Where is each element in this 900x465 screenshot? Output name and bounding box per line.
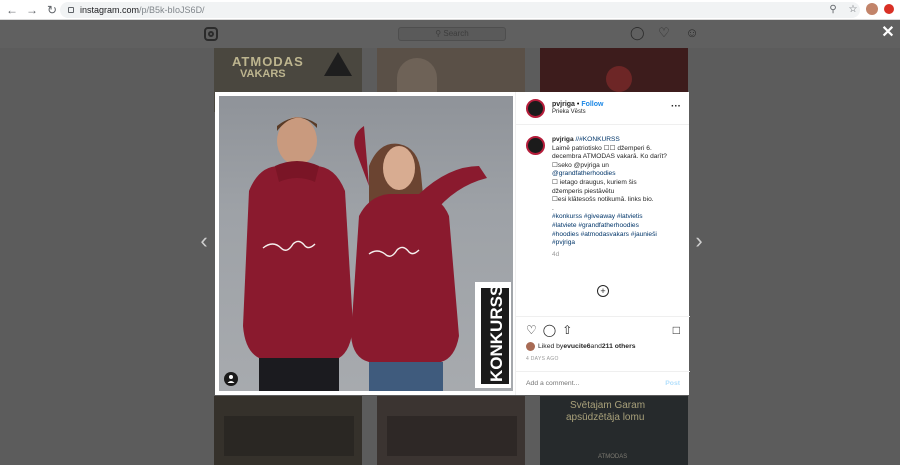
more-options-icon[interactable]: ··· — [671, 101, 681, 112]
share-icon[interactable]: ⇧ — [562, 323, 572, 337]
caption-line[interactable]: //#KONKURSS — [574, 136, 619, 143]
search-input[interactable]: ⚲ Search — [398, 27, 506, 41]
lock-icon — [68, 7, 74, 13]
hashtag-line[interactable]: #latviete #grandfatherhoodies — [552, 222, 667, 231]
author-avatar[interactable] — [526, 98, 545, 118]
liker-username[interactable]: evucite6 — [563, 343, 590, 350]
grid-tile[interactable]: Svētajam Garam apsūdzētāja lomu ATMODAS — [540, 396, 688, 465]
search-placeholder: Search — [443, 29, 469, 38]
post-photo[interactable]: KONKURSS — [215, 92, 515, 395]
url-path: /p/B5k-bIoJS6D/ — [139, 5, 205, 15]
zoom-icon[interactable]: ⚲ — [826, 2, 840, 16]
post-header: pvjriga • Follow Prieka Vēsts ··· — [516, 92, 689, 125]
hashtag-line[interactable]: #konkurss #giveaway #latvietis — [552, 213, 667, 222]
caption-line[interactable]: @grandfatherhoodies — [552, 170, 667, 179]
tile-text-atmodas: ATMODAS — [232, 54, 304, 69]
instagram-logo-icon[interactable] — [204, 27, 218, 41]
tile-text-vakars: VAKARS — [240, 68, 286, 80]
back-icon[interactable]: ← — [4, 2, 20, 18]
star-icon[interactable]: ☆ — [846, 2, 860, 16]
follow-button[interactable]: Follow — [581, 101, 603, 108]
post-side-panel: pvjriga • Follow Prieka Vēsts ··· pvjrig… — [515, 92, 690, 395]
hoodie-models-illustration: KONKURSS — [224, 117, 511, 391]
konkurss-label: KONKURSS — [487, 285, 506, 382]
location-link[interactable]: Prieka Vēsts — [552, 109, 603, 115]
previous-arrow-icon[interactable]: ‹ — [196, 228, 212, 254]
tile-text-atmodas-small: ATMODAS — [598, 454, 628, 460]
caption-line: džemperis piestāvētu — [552, 187, 615, 195]
author-username[interactable]: pvjriga — [552, 101, 575, 108]
instagram-header: ⚲ Search ◯ ♡ ☺ — [0, 20, 900, 48]
like-heart-icon[interactable]: ♡ — [526, 323, 537, 337]
tile-text-apsudz: apsūdzētāja lomu — [566, 412, 645, 423]
profile-icon[interactable]: ☺ — [685, 26, 699, 40]
caption-block: pvjriga //#KONKURSS Laimē patriotisko ☐☐… — [526, 136, 684, 259]
caption-line: decembra ATMODAS vakarā. Ko darīt? — [552, 153, 667, 161]
photo-image: KONKURSS — [219, 96, 513, 391]
extension-icon[interactable] — [884, 4, 894, 14]
post-modal: KONKURSS pvjriga • Follow Prieka Vēsts ·… — [215, 92, 690, 395]
likes-prefix: Liked by — [538, 343, 564, 350]
heart-icon[interactable]: ♡ — [657, 26, 671, 40]
bookmark-icon[interactable]: □ — [673, 323, 680, 337]
address-bar[interactable]: instagram.com /p/B5k-bIoJS6D/ — [60, 2, 860, 18]
post-timestamp: 4 DAYS AGO — [526, 356, 559, 362]
caption-age: 4d — [552, 250, 560, 258]
forward-icon[interactable]: → — [24, 2, 40, 18]
explore-icon[interactable]: ◯ — [630, 26, 645, 40]
post-comment-button[interactable]: Post — [665, 380, 680, 387]
hashtag-line[interactable]: #hoodies #atmodasvakars #jaunieši — [552, 231, 667, 240]
reload-icon[interactable]: ↻ — [44, 2, 60, 18]
profile-avatar[interactable] — [866, 3, 878, 15]
caption-line: . — [552, 204, 554, 212]
close-icon[interactable]: ✕ — [880, 25, 896, 41]
caption-line: ☐ ietago draugus, kuriem šis — [552, 178, 637, 186]
browser-toolbar: ← → ↻ instagram.com /p/B5k-bIoJS6D/ ⚲ ☆ — [0, 0, 900, 20]
caption-line: ☐esi klātesošs notikumā. links bio. — [552, 196, 654, 204]
grid-tile[interactable] — [377, 396, 525, 465]
hashtag-line[interactable]: #pvjriga — [552, 239, 667, 248]
post-actions: ♡ ◯ ⇧ □ Liked by evucite6 and 211 others… — [516, 316, 690, 362]
grid-tile[interactable] — [214, 396, 362, 465]
caption-line: Laimē patriotisko ☐☐ džemperi 6. — [552, 144, 652, 152]
caption-line: ☐seko @pvjriga un — [552, 161, 609, 169]
likes-count-link[interactable]: 211 others — [602, 343, 636, 350]
comment-input[interactable] — [526, 380, 646, 387]
load-more-comments-icon[interactable]: + — [597, 285, 609, 297]
likes-summary: Liked by evucite6 and 211 others — [526, 342, 680, 351]
separator-dot: • — [576, 101, 580, 108]
caption-text: pvjriga //#KONKURSS Laimē patriotisko ☐☐… — [552, 136, 667, 259]
caption-username[interactable]: pvjriga — [552, 136, 574, 143]
likes-middle: and — [590, 343, 602, 350]
comment-icon[interactable]: ◯ — [543, 323, 556, 337]
next-arrow-icon[interactable]: › — [691, 228, 707, 254]
url-host: instagram.com — [80, 5, 140, 15]
caption-avatar[interactable] — [526, 136, 545, 155]
tile-text-svetajam: Svētajam Garam — [570, 400, 646, 411]
comment-form: Post — [516, 371, 690, 395]
liker-avatar[interactable] — [526, 342, 535, 351]
